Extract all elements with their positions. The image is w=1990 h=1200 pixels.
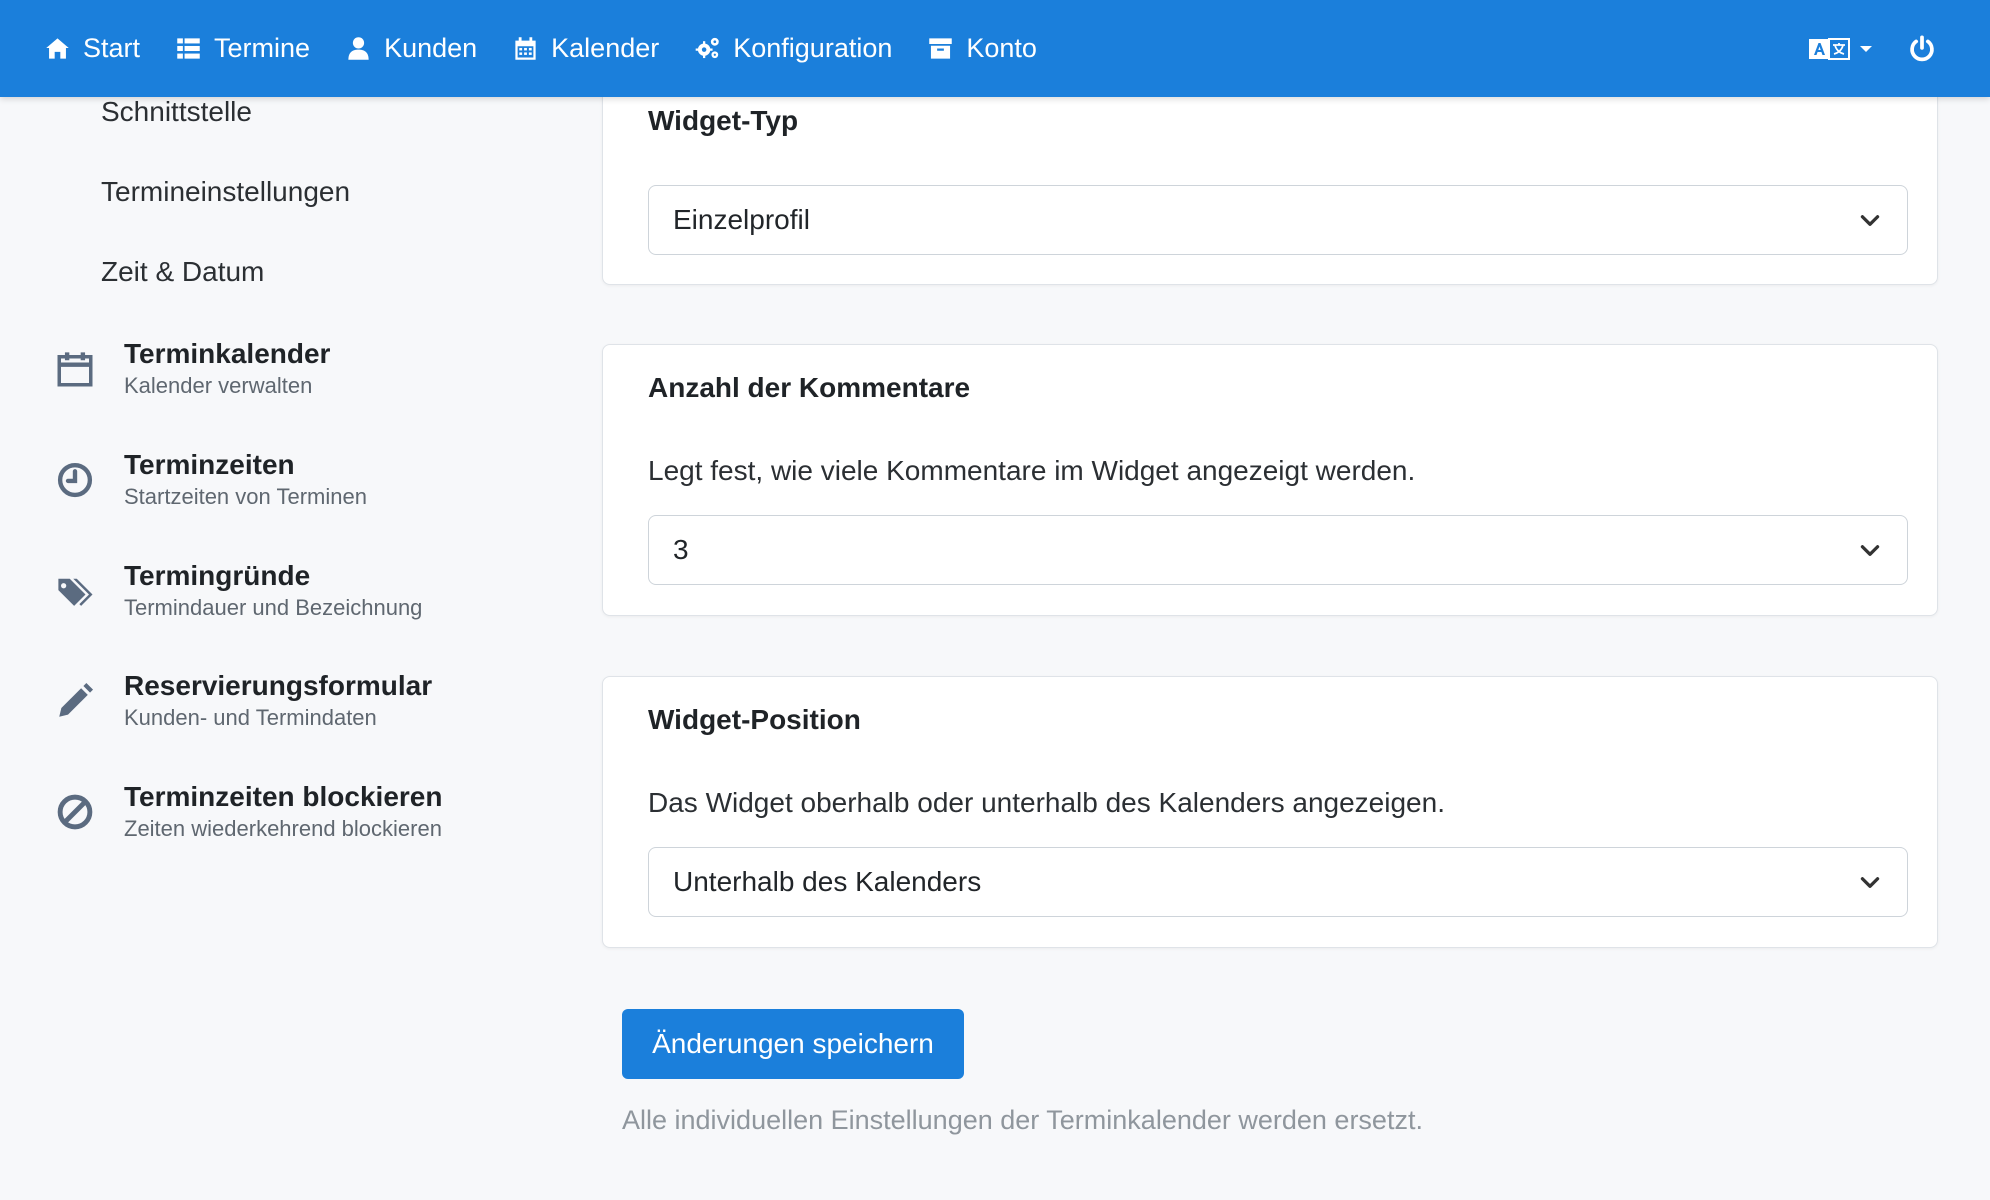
archive-icon <box>929 38 953 59</box>
card-widget-position: Widget-Position Das Widget oberhalb oder… <box>602 676 1938 948</box>
nav-menu: Start Termine Kunden Kalender Konfigurat… <box>44 33 1072 64</box>
widget-position-select[interactable]: Unterhalb des Kalenders <box>648 847 1908 917</box>
nav-termine-label: Termine <box>214 33 311 63</box>
sidebar-subitem-schnittstelle[interactable]: Schnittstelle <box>101 96 252 128</box>
nav-kalender[interactable]: Kalender <box>512 33 659 64</box>
nav-konfiguration-label: Konfiguration <box>733 33 893 63</box>
sidebar-item-title: Terminkalender <box>124 338 331 369</box>
nav-kunden[interactable]: Kunden <box>345 33 477 64</box>
sidebar-subitem-zeit-datum[interactable]: Zeit & Datum <box>101 256 264 288</box>
widget-type-title: Widget-Typ <box>648 105 799 136</box>
comment-count-value: 3 <box>673 534 689 565</box>
chevron-down-icon <box>1857 869 1883 895</box>
home-icon <box>46 38 69 59</box>
sidebar-item-subtitle: Startzeiten von Terminen <box>124 484 367 509</box>
calendar-icon <box>52 346 98 392</box>
sidebar-subitem-termineinstellungen[interactable]: Termineinstellungen <box>101 176 350 208</box>
user-icon <box>348 37 369 60</box>
card-comment-count: Anzahl der Kommentare Legt fest, wie vie… <box>602 344 1938 616</box>
sidebar: Schnittstelle Termineinstellungen Zeit &… <box>0 96 600 1200</box>
save-changes-button[interactable]: Änderungen speichern <box>622 1009 964 1079</box>
logout-button[interactable] <box>1908 34 1936 63</box>
comment-count-description: Legt fest, wie viele Kommentare im Widge… <box>648 455 1416 486</box>
sidebar-item-terminkalender[interactable]: Terminkalender Kalender verwalten <box>52 337 572 401</box>
gears-icon <box>695 37 719 59</box>
comment-count-select[interactable]: 3 <box>648 515 1908 585</box>
sidebar-item-terminzeiten-blockieren[interactable]: Terminzeiten blockieren Zeiten wiederkeh… <box>52 780 572 844</box>
sidebar-item-termingruende[interactable]: Termingründe Termindauer und Bezeichnung <box>52 559 572 623</box>
nav-start-label: Start <box>83 33 141 63</box>
sidebar-item-subtitle: Kunden- und Termindaten <box>124 705 377 730</box>
calendar-icon <box>515 37 536 60</box>
sidebar-item-title: Reservierungsformular <box>124 670 433 701</box>
power-icon <box>1910 34 1934 61</box>
translate-icon <box>1809 37 1850 60</box>
nav-right <box>1808 34 1946 63</box>
nav-konto[interactable]: Konto <box>927 33 1037 64</box>
clock-icon <box>52 457 98 503</box>
nav-start[interactable]: Start <box>44 33 140 64</box>
widget-type-select[interactable]: Einzelprofil <box>648 185 1908 255</box>
widget-position-description: Das Widget oberhalb oder unterhalb des K… <box>648 787 1445 818</box>
sidebar-item-title: Terminzeiten <box>124 449 295 480</box>
tags-icon <box>52 568 98 614</box>
chevron-down-icon <box>1860 45 1872 52</box>
nav-kunden-label: Kunden <box>384 33 478 63</box>
sidebar-item-subtitle: Zeiten wiederkehrend blockieren <box>124 816 442 841</box>
widget-position-title: Widget-Position <box>648 704 861 735</box>
nav-kalender-label: Kalender <box>551 33 660 63</box>
sidebar-item-title: Termingründe <box>124 560 311 591</box>
widget-position-value: Unterhalb des Kalenders <box>673 866 982 897</box>
ban-icon <box>52 789 98 835</box>
save-hint-text: Alle individuellen Einstellungen der Ter… <box>622 1105 1423 1135</box>
chevron-down-icon <box>1857 207 1883 233</box>
sidebar-item-reservierungsformular[interactable]: Reservierungsformular Kunden- und Termin… <box>52 669 572 733</box>
sidebar-item-subtitle: Kalender verwalten <box>124 373 313 398</box>
sidebar-item-title: Terminzeiten blockieren <box>124 781 443 812</box>
top-navbar: Start Termine Kunden Kalender Konfigurat… <box>0 0 1990 97</box>
chevron-down-icon <box>1857 537 1883 563</box>
list-icon <box>177 38 200 59</box>
comment-count-title: Anzahl der Kommentare <box>648 372 971 403</box>
nav-konfiguration[interactable]: Konfiguration <box>694 33 892 64</box>
sidebar-item-subtitle: Termindauer und Bezeichnung <box>124 595 423 620</box>
sidebar-item-terminzeiten[interactable]: Terminzeiten Startzeiten von Terminen <box>52 448 572 512</box>
nav-konto-label: Konto <box>966 33 1037 63</box>
pencil-icon <box>52 678 98 724</box>
nav-termine[interactable]: Termine <box>175 33 310 64</box>
language-dropdown[interactable] <box>1808 36 1872 62</box>
widget-type-value: Einzelprofil <box>673 204 810 235</box>
